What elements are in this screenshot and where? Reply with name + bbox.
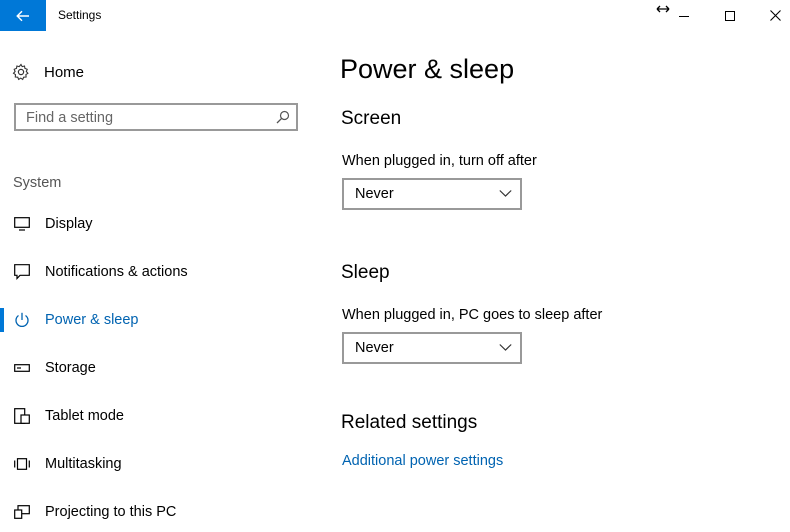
- storage-icon: [13, 359, 31, 377]
- section-heading-sleep: Sleep: [341, 262, 390, 283]
- search-box[interactable]: Find a setting: [14, 103, 298, 131]
- sidebar-item-home[interactable]: Home: [12, 60, 84, 84]
- sidebar-item-projecting[interactable]: Projecting to this PC: [0, 492, 320, 532]
- sidebar-item-label: Storage: [45, 360, 96, 376]
- active-indicator: [0, 308, 4, 332]
- monitor-icon: [13, 215, 31, 233]
- sidebar-item-notifications[interactable]: Notifications & actions: [0, 252, 320, 292]
- chevron-down-icon: [499, 344, 512, 351]
- dropdown-value: Never: [355, 340, 394, 356]
- sidebar-item-label: Projecting to this PC: [45, 504, 177, 520]
- multitasking-icon: [13, 455, 31, 473]
- minimize-button[interactable]: [661, 0, 707, 31]
- home-label: Home: [44, 63, 85, 81]
- sidebar-item-label: Display: [45, 216, 93, 232]
- arrow-left-icon: [16, 10, 29, 21]
- sidebar-item-storage[interactable]: Storage: [0, 348, 320, 388]
- back-button[interactable]: [0, 0, 46, 31]
- sidebar-item-tablet-mode[interactable]: Tablet mode: [0, 396, 320, 436]
- close-button[interactable]: [752, 0, 790, 31]
- sidebar-item-label: Tablet mode: [45, 408, 124, 424]
- sleep-timeout-label: When plugged in, PC goes to sleep after: [342, 307, 603, 323]
- screen-timeout-label: When plugged in, turn off after: [342, 153, 537, 169]
- page-title: Power & sleep: [340, 54, 515, 84]
- sleep-timeout-dropdown[interactable]: Never: [342, 332, 522, 364]
- notification-icon: [13, 263, 31, 281]
- gear-icon: [12, 63, 29, 81]
- additional-power-settings-link[interactable]: Additional power settings: [342, 453, 503, 469]
- sidebar-item-label: Power & sleep: [45, 312, 139, 328]
- section-heading-screen: Screen: [341, 108, 402, 129]
- sidebar-item-label: Multitasking: [45, 456, 122, 472]
- sidebar-item-display[interactable]: Display: [0, 204, 320, 244]
- search-placeholder: Find a setting: [26, 110, 114, 126]
- chevron-down-icon: [499, 190, 512, 197]
- power-icon: [13, 311, 31, 329]
- projecting-icon: [13, 503, 31, 521]
- dropdown-value: Never: [355, 186, 394, 202]
- maximize-button[interactable]: [707, 0, 753, 31]
- sidebar-item-power-sleep[interactable]: Power & sleep: [0, 300, 320, 340]
- sidebar-item-label: Notifications & actions: [45, 264, 188, 280]
- window-title: Settings: [58, 8, 102, 22]
- section-heading-related: Related settings: [341, 412, 478, 433]
- maximize-icon: [725, 10, 735, 21]
- sidebar-group-label: System: [13, 175, 62, 191]
- tablet-icon: [13, 407, 31, 425]
- close-icon: [769, 10, 781, 21]
- title-bar: Settings: [0, 0, 790, 31]
- minimize-icon: [679, 15, 689, 17]
- sidebar-item-multitasking[interactable]: Multitasking: [0, 444, 320, 484]
- search-icon[interactable]: [276, 110, 290, 124]
- screen-timeout-dropdown[interactable]: Never: [342, 178, 522, 210]
